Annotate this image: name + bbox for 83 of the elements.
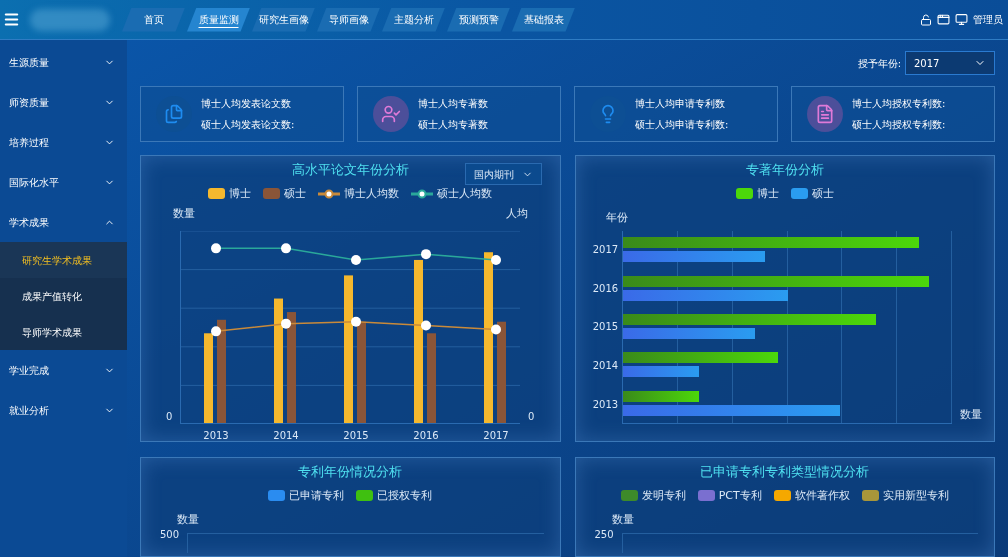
- legend-label: 硕士: [284, 185, 307, 202]
- legend-label: 硕士人均数: [437, 185, 493, 202]
- legend-label: 已申请专利: [289, 487, 345, 504]
- nav-tab[interactable]: 导师画像: [317, 7, 380, 32]
- data-point: [351, 316, 362, 327]
- y-tick-label: 2013: [592, 397, 619, 412]
- panel-title: 已申请专利专利类型情况分析: [700, 464, 870, 479]
- sidebar-item[interactable]: 学业完成: [0, 350, 127, 390]
- x-tick-label: 2017: [483, 428, 509, 443]
- y-tick-label: 500: [159, 528, 179, 540]
- sidebar-item[interactable]: 培养过程: [0, 122, 127, 162]
- unlock-icon[interactable]: [920, 13, 932, 26]
- stat-label: 博士人均申请专利数: [635, 97, 726, 112]
- panel-title: 专利年份情况分析: [298, 464, 403, 479]
- nav-tab[interactable]: 基础报表: [512, 7, 575, 32]
- document-icon: [807, 96, 843, 133]
- nav-tab[interactable]: 主题分析: [382, 7, 445, 32]
- x-tick-label: 2013: [203, 428, 229, 443]
- x-axis-title: 数量: [960, 407, 982, 423]
- stat-label: 博士人均发表论文数: [201, 97, 292, 112]
- y-tick-label: 2017: [592, 243, 619, 258]
- window-icon[interactable]: [937, 13, 950, 26]
- filter-label: 授予年份:: [857, 56, 901, 71]
- user-name[interactable]: 管理员: [973, 12, 1003, 27]
- legend-label: PCT专利: [718, 487, 762, 504]
- nav-tab[interactable]: 研究生画像: [252, 7, 315, 32]
- year-select[interactable]: 2017: [905, 51, 995, 76]
- data-point: [421, 248, 432, 259]
- data-point: [421, 320, 432, 331]
- data-point: [211, 325, 222, 336]
- y-axis-title: 数量: [177, 513, 199, 526]
- y-tick-label: 0: [166, 409, 173, 424]
- panel-title: 专著年份分析: [745, 162, 824, 177]
- y-axis-title: 数量: [173, 206, 195, 222]
- submenu-item[interactable]: 研究生学术成果: [0, 242, 127, 278]
- panel-title: 高水平论文年份分析: [291, 162, 409, 177]
- legend-label: 硕士: [811, 185, 834, 202]
- sidebar-item[interactable]: 国际化水平: [0, 162, 127, 202]
- y-tick-label: 2014: [592, 359, 619, 374]
- sidebar-item[interactable]: 生源质量: [0, 42, 127, 82]
- stat-label: 博士人均专著数: [418, 97, 488, 112]
- sidebar-item[interactable]: 学术成果: [0, 202, 127, 242]
- submenu-item[interactable]: 成果产值转化: [0, 278, 127, 314]
- y-tick-label: 250: [594, 528, 614, 540]
- legend-label: 发明专利: [641, 487, 686, 504]
- nav-tab[interactable]: 首页: [122, 7, 185, 32]
- y-axis-title: 数量: [611, 513, 634, 526]
- y-axis-title: 年份: [605, 211, 628, 224]
- data-point: [281, 318, 292, 329]
- y-tick-label: 2015: [592, 320, 619, 335]
- user-check-icon: [373, 96, 409, 133]
- stat-label: 硕士人均申请专利数:: [635, 118, 729, 133]
- data-point: [281, 242, 292, 253]
- submenu-item[interactable]: 导师学术成果: [0, 314, 127, 350]
- legend-label: 已授权专利: [377, 487, 433, 504]
- sidebar-item[interactable]: 就业分析: [0, 390, 127, 430]
- menu-icon[interactable]: [3, 11, 20, 28]
- data-point: [491, 254, 502, 265]
- sidebar-item[interactable]: 师资质量: [0, 82, 127, 122]
- data-point: [351, 254, 362, 265]
- stat-label: 博士人均授权专利数:: [852, 97, 946, 112]
- y-tick-label: 0: [528, 410, 535, 422]
- x-tick-label: 2014: [273, 428, 299, 443]
- y-axis-title: 人均: [505, 206, 528, 222]
- stat-label: 硕士人均授权专利数:: [852, 118, 946, 133]
- data-point: [211, 242, 222, 253]
- nav-tab[interactable]: 质量监测: [187, 7, 250, 32]
- legend-label: 博士: [229, 185, 252, 202]
- nav-tab[interactable]: 预测预警: [447, 7, 510, 32]
- legend-label: 软件著作权: [794, 487, 850, 504]
- stat-label: 硕士人均发表论文数:: [201, 118, 295, 133]
- legend-label: 实用新型专利: [882, 487, 949, 504]
- x-tick-label: 2016: [413, 428, 439, 443]
- stat-label: 硕士人均专著数: [418, 118, 488, 133]
- logo-icon: [30, 8, 110, 31]
- data-point: [491, 323, 502, 334]
- x-tick-label: 2015: [343, 428, 369, 443]
- documents-icon: [156, 96, 192, 133]
- legend-label: 博士人均数: [344, 185, 400, 202]
- y-tick-label: 2016: [592, 281, 619, 296]
- journal-dropdown[interactable]: 国内期刊: [464, 163, 542, 185]
- monitor-icon[interactable]: [955, 13, 968, 26]
- legend-label: 博士: [756, 185, 779, 202]
